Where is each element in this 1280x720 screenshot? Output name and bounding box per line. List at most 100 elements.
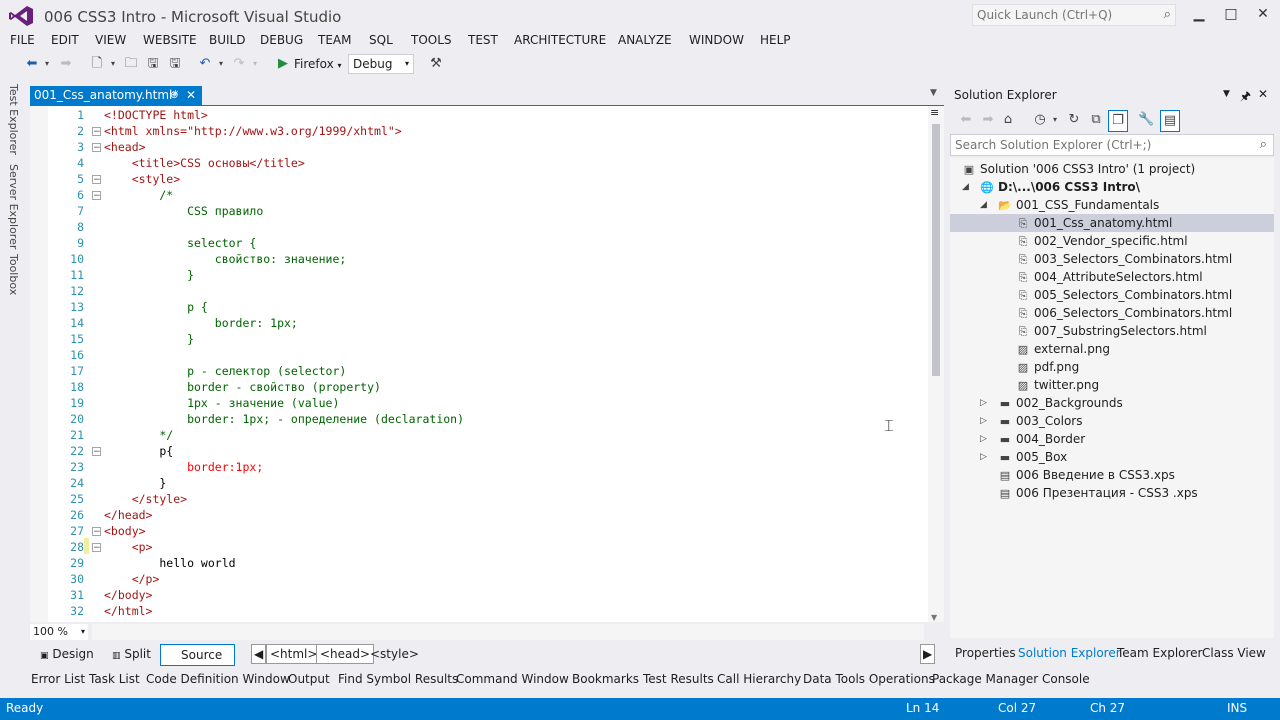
breadcrumb-back-icon[interactable]: ◀ [251,644,267,664]
tab-bookmarks[interactable]: Bookmarks [572,672,639,686]
menu-sql[interactable]: SQL [369,33,393,47]
code-line[interactable]: </style> [104,492,187,506]
chevron-down-icon[interactable]: ▼ [930,88,937,98]
zoom-select[interactable]: 100 % ▾ [30,624,88,640]
expand-icon[interactable]: ▷ [980,434,987,444]
fold-toggle-icon[interactable]: − [92,127,101,137]
home-icon[interactable]: ⌂ [1000,110,1016,130]
code-line[interactable]: </head> [104,508,152,522]
code-line[interactable]: hello world [104,556,235,570]
back-icon[interactable]: ⬅ [958,110,974,130]
split-view-button[interactable]: ▥ Split [112,644,151,664]
pin-icon[interactable]: ⊕ [170,86,178,105]
code-line[interactable]: <title>CSS основы</title> [104,156,305,170]
side-tab-test-explorer[interactable]: Test Explorer [7,84,20,155]
code-line[interactable]: </body> [104,588,152,602]
side-tab-toolbox[interactable]: Toolbox [7,254,20,295]
tree-file[interactable]: ▨ pdf.png [1016,358,1079,376]
collapse-all-icon[interactable]: ⧉ [1088,110,1104,130]
tree-solution[interactable]: ▣ Solution '006 CSS3 Intro' (1 project) [962,160,1195,178]
code-line[interactable]: 1px - значение (value) [104,396,339,410]
properties-icon[interactable]: 🔧 [1138,110,1154,130]
expand-icon[interactable]: ▷ [980,398,987,408]
code-line[interactable]: /* [104,188,173,202]
design-view-button[interactable]: ▣ Design [40,644,94,664]
new-project-icon[interactable]: 🗋 [88,54,106,74]
side-tab-server-explorer[interactable]: Server Explorer [7,164,20,249]
menu-build[interactable]: BUILD [209,33,245,47]
tree-file[interactable]: ▨ twitter.png [1016,376,1099,394]
attach-icon[interactable]: ⚒ [426,54,446,74]
tree-file[interactable]: ⎘ 006_Selectors_Combinators.html [1016,304,1233,322]
tab-find-symbol-results[interactable]: Find Symbol Results [338,672,458,686]
fold-toggle-icon[interactable]: − [92,191,101,201]
menu-test[interactable]: TEST [468,33,498,47]
tab-error-list[interactable]: Error List [31,672,85,686]
tab-command-window[interactable]: Command Window [456,672,569,686]
editor-horizontal-scrollbar[interactable] [92,624,924,640]
quick-launch-input[interactable] [973,5,1151,25]
menu-window[interactable]: WINDOW [689,33,744,47]
tree-file[interactable]: ⎘ 005_Selectors_Combinators.html [1016,286,1233,304]
menu-tools[interactable]: TOOLS [411,33,452,47]
document-tab[interactable]: 001_Css_anatomy.html* ⊕ ✕ [30,86,202,105]
breadcrumb-style[interactable]: <style> [366,644,423,664]
solution-explorer-search[interactable]: ⌕ [950,134,1274,156]
tab-test-results[interactable]: Test Results [643,672,714,686]
quick-launch-box[interactable]: ⌕ [972,4,1176,26]
code-line[interactable]: border:1px; [104,460,263,474]
configuration-select[interactable]: Debug ▾ [348,54,414,74]
chevron-down-icon[interactable]: ▼ [1223,89,1230,99]
code-line[interactable]: border: 1px; - определение (declaration) [104,412,464,426]
tab-data-tools-operations[interactable]: Data Tools Operations [803,672,935,686]
collapse-icon[interactable]: ◢ [980,200,987,210]
code-line[interactable]: <p> [104,540,153,554]
tree-folder[interactable]: ▬ 004_Border [998,430,1085,448]
collapse-icon[interactable]: ◢ [962,182,969,192]
code-line[interactable]: p { [104,300,208,314]
tree-file[interactable]: ⎘ 004_AttributeSelectors.html [1016,268,1203,286]
forward-icon[interactable]: ➡ [58,54,74,74]
chevron-down-icon[interactable]: ▾ [216,54,226,74]
code-line[interactable]: border - свойство (property) [104,380,381,394]
code-line[interactable]: } [104,268,194,282]
tree-folder[interactable]: 📂 001_CSS_Fundamentals [998,196,1159,214]
tab-team-explorer[interactable]: Team Explorer [1117,646,1203,660]
code-editor[interactable]: 1 <!DOCTYPE html> 2− <html xmlns="http://ww… [30,106,928,622]
minimize-button[interactable]: ▁ [1182,2,1216,26]
tab-task-list[interactable]: Task List [89,672,140,686]
tab-solution-explorer[interactable]: Solution Explorer [1018,646,1121,660]
undo-icon[interactable]: ↶ [196,54,214,74]
menu-help[interactable]: HELP [760,33,791,47]
tab-code-definition-window[interactable]: Code Definition Window [146,672,290,686]
menu-website[interactable]: WEBSITE [143,33,197,47]
chevron-down-icon[interactable]: ▾ [108,54,118,74]
menu-file[interactable]: FILE [10,33,35,47]
code-line[interactable]: свойство: значение; [104,252,347,266]
tree-folder[interactable]: ▬ 002_Backgrounds [998,394,1123,412]
menu-edit[interactable]: EDIT [51,33,79,47]
menu-debug[interactable]: DEBUG [260,33,303,47]
expand-icon[interactable]: ▷ [980,416,987,426]
menu-team[interactable]: TEAM [318,33,351,47]
redo-icon[interactable]: ↷ [230,54,248,74]
code-line[interactable]: */ [104,428,173,442]
code-line[interactable]: <html xmlns="http://www.w3.org/1999/xhtm… [104,124,402,138]
code-line[interactable]: p{ [104,444,173,458]
source-view-button[interactable]: Source [160,644,236,666]
tab-package-manager-console[interactable]: Package Manager Console [932,672,1090,686]
back-icon[interactable]: ⬅ [24,54,40,74]
tree-project[interactable]: 🌐 D:\...\006 CSS3 Intro\ [980,178,1140,196]
code-line[interactable]: } [104,332,194,346]
tree-file[interactable]: ⎘ 001_Css_anatomy.html [950,214,1274,232]
fold-toggle-icon[interactable]: − [92,447,101,457]
code-line[interactable]: border: 1px; [104,316,298,330]
tree-doc[interactable]: ▤ 006 Презентация - CSS3 .xps [998,484,1198,502]
code-line[interactable]: <style> [104,172,180,186]
chevron-down-icon[interactable]: ▾ [250,54,260,74]
scroll-thumb[interactable] [932,124,940,376]
code-line[interactable]: } [104,476,166,490]
editor-vertical-scrollbar[interactable]: ≡ ▼ [928,106,944,622]
tree-folder[interactable]: ▬ 003_Colors [998,412,1083,430]
tree-doc[interactable]: ▤ 006 Введение в CSS3.xps [998,466,1175,484]
